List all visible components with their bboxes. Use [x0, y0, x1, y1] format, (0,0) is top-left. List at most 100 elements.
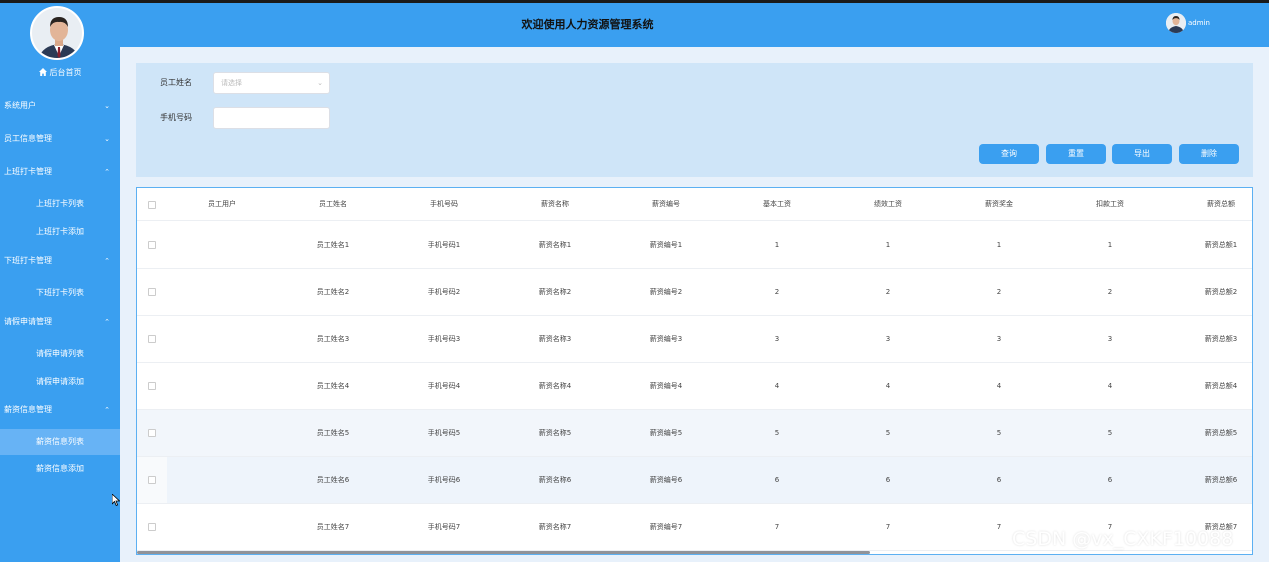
sidebar-group-clock-out[interactable]: 下班打卡管理 ⌃: [0, 250, 120, 272]
sidebar-group-label: 系统用户: [4, 101, 36, 110]
table-cell: 薪资总额5: [1204, 429, 1238, 437]
row-checkbox[interactable]: [148, 476, 156, 484]
table-cell: 6: [1107, 476, 1113, 484]
sidebar-item-label: 下班打卡列表: [36, 288, 84, 297]
sidebar-item-label: 上班打卡添加: [36, 227, 84, 236]
table-cell: 1: [1107, 241, 1113, 249]
table-cell: 1: [996, 241, 1002, 249]
table-cell: 3: [885, 335, 891, 343]
table-cell: 7: [774, 523, 780, 531]
table-row[interactable]: 员工姓名2 手机号码2 薪资名称2 薪资编号2 2 2 2 2 薪资总额2: [137, 269, 1252, 316]
table-row[interactable]: 员工姓名5 手机号码5 薪资名称5 薪资编号5 5 5 5 5 薪资总额5: [137, 410, 1252, 457]
reset-button[interactable]: 重置: [1046, 144, 1106, 164]
row-checkbox[interactable]: [148, 429, 156, 437]
delete-button[interactable]: 删除: [1179, 144, 1239, 164]
window-top-border: [0, 0, 1269, 3]
column-header: 员工用户: [208, 200, 236, 208]
table-cell: 2: [996, 288, 1002, 296]
row-checkbox[interactable]: [148, 288, 156, 296]
table-cell: 5: [774, 429, 780, 437]
table-cell: 员工姓名3: [316, 335, 350, 343]
export-button[interactable]: 导出: [1112, 144, 1172, 164]
table-cell: 薪资名称1: [538, 241, 572, 249]
table-cell: 3: [1107, 335, 1113, 343]
table-row[interactable]: 员工姓名3 手机号码3 薪资名称3 薪资编号3 3 3 3 3 薪资总额3: [137, 316, 1252, 363]
sidebar-item-leave-add[interactable]: 请假申请添加: [0, 371, 120, 393]
column-header: 绩效工资: [874, 200, 902, 208]
chevron-up-icon: ⌃: [104, 257, 110, 265]
table-cell: 7: [885, 523, 891, 531]
table-cell: 2: [1107, 288, 1113, 296]
table-cell: 薪资编号1: [649, 241, 683, 249]
row-checkbox[interactable]: [148, 241, 156, 249]
column-header: 薪资名称: [541, 200, 569, 208]
select-all-checkbox[interactable]: [148, 201, 156, 209]
home-icon: [38, 68, 47, 76]
table-cell: 员工姓名1: [316, 241, 350, 249]
table-cell: 薪资编号3: [649, 335, 683, 343]
sidebar-group-label: 请假申请管理: [4, 317, 52, 326]
column-header: 薪资总额: [1207, 200, 1235, 208]
table-cell: 薪资名称7: [538, 523, 572, 531]
table-row[interactable]: 员工姓名4 手机号码4 薪资名称4 薪资编号4 4 4 4 4 薪资总额4: [137, 363, 1252, 410]
chevron-down-icon: ⌄: [104, 135, 110, 143]
row-checkbox[interactable]: [148, 523, 156, 531]
employee-name-placeholder: 请选择: [221, 79, 242, 87]
watermark: CSDN @vx_CXKF10088: [1012, 528, 1234, 550]
chevron-up-icon: ⌃: [104, 168, 110, 176]
table-cell: 员工姓名5: [316, 429, 350, 437]
sidebar-item-salary-add[interactable]: 薪资信息添加: [0, 458, 120, 480]
chevron-up-icon: ⌃: [104, 406, 110, 414]
table-cell: 薪资名称6: [538, 476, 572, 484]
table-cell: 员工姓名6: [316, 476, 350, 484]
phone-label: 手机号码: [160, 113, 192, 122]
table-cell: 薪资名称5: [538, 429, 572, 437]
sidebar-item-clock-in-list[interactable]: 上班打卡列表: [0, 193, 120, 215]
table-cell: 薪资名称3: [538, 335, 572, 343]
sidebar-item-label: 上班打卡列表: [36, 199, 84, 208]
row-checkbox[interactable]: [148, 335, 156, 343]
column-header: 薪资编号: [652, 200, 680, 208]
sidebar-group-leave[interactable]: 请假申请管理 ⌃: [0, 311, 120, 333]
sidebar-item-clock-in-add[interactable]: 上班打卡添加: [0, 221, 120, 243]
mouse-cursor-icon: [112, 494, 120, 506]
sidebar-item-salary-list[interactable]: 薪资信息列表: [0, 429, 120, 455]
user-avatar[interactable]: [1166, 13, 1186, 33]
sidebar-group-system-users[interactable]: 系统用户 ⌄: [0, 95, 120, 117]
table-cell: 3: [774, 335, 780, 343]
chevron-down-icon: ⌄: [317, 79, 323, 87]
sidebar-item-leave-list[interactable]: 请假申请列表: [0, 343, 120, 365]
sidebar-group-employee-info[interactable]: 员工信息管理 ⌄: [0, 128, 120, 150]
sidebar-home[interactable]: 后台首页: [0, 67, 120, 78]
table-row[interactable]: 员工姓名1 手机号码1 薪资名称1 薪资编号1 1 1 1 1 薪资总额1: [137, 222, 1252, 269]
sidebar-group-label: 上班打卡管理: [4, 167, 52, 176]
sidebar-group-salary[interactable]: 薪资信息管理 ⌃: [0, 399, 120, 421]
horizontal-scrollbar[interactable]: [137, 551, 870, 554]
table-cell: 2: [774, 288, 780, 296]
sidebar-group-clock-in[interactable]: 上班打卡管理 ⌃: [0, 161, 120, 183]
column-header: 手机号码: [430, 200, 458, 208]
table-cell: 员工姓名2: [316, 288, 350, 296]
table-cell: 手机号码3: [427, 335, 461, 343]
chevron-down-icon: ⌄: [104, 102, 110, 110]
table-cell: 手机号码5: [427, 429, 461, 437]
table-cell: 6: [885, 476, 891, 484]
employee-name-select[interactable]: 请选择 ⌄: [213, 72, 330, 94]
table-cell: 薪资编号5: [649, 429, 683, 437]
row-checkbox[interactable]: [148, 382, 156, 390]
table-row[interactable]: 员工姓名6 手机号码6 薪资名称6 薪资编号6 6 6 6 6 薪资总额6: [137, 457, 1252, 504]
table-cell: 薪资编号4: [649, 382, 683, 390]
sidebar-item-clock-out-list[interactable]: 下班打卡列表: [0, 282, 120, 304]
table-cell: 薪资名称4: [538, 382, 572, 390]
admin-avatar: [30, 6, 84, 60]
table-cell: 6: [774, 476, 780, 484]
phone-input[interactable]: [213, 107, 330, 129]
sidebar-home-label: 后台首页: [49, 68, 82, 77]
table-cell: 4: [885, 382, 891, 390]
table-cell: 手机号码2: [427, 288, 461, 296]
salary-table: 员工用户 员工姓名 手机号码 薪资名称 薪资编号 基本工资 绩效工资 薪资奖金 扣款工资 薪资总额…: [136, 187, 1253, 555]
query-button[interactable]: 查询: [979, 144, 1039, 164]
top-header: 欢迎使用人力资源管理系统 admin: [120, 3, 1269, 47]
table-cell: 手机号码1: [427, 241, 461, 249]
username[interactable]: admin: [1188, 19, 1210, 27]
